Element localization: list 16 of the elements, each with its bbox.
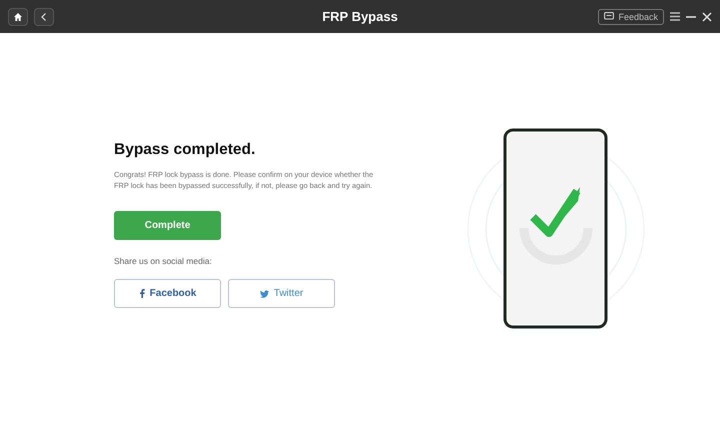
share-label: Share us on social media: (114, 256, 212, 266)
feedback-button[interactable]: Feedback (598, 8, 664, 24)
message-icon (604, 12, 614, 21)
heading: Bypass completed. (114, 141, 256, 159)
facebook-button[interactable]: Facebook (114, 279, 221, 308)
back-icon (39, 12, 49, 22)
facebook-icon (138, 289, 145, 298)
minimize-icon[interactable] (686, 16, 696, 18)
twitter-button[interactable]: Twitter (228, 279, 335, 308)
close-icon[interactable] (702, 12, 712, 22)
window-title: FRP Bypass (322, 9, 398, 24)
bird-icon (260, 290, 269, 298)
home-icon (13, 12, 23, 22)
menu-icon[interactable] (670, 12, 680, 21)
back-button[interactable] (34, 8, 54, 26)
home-button[interactable] (8, 8, 28, 26)
